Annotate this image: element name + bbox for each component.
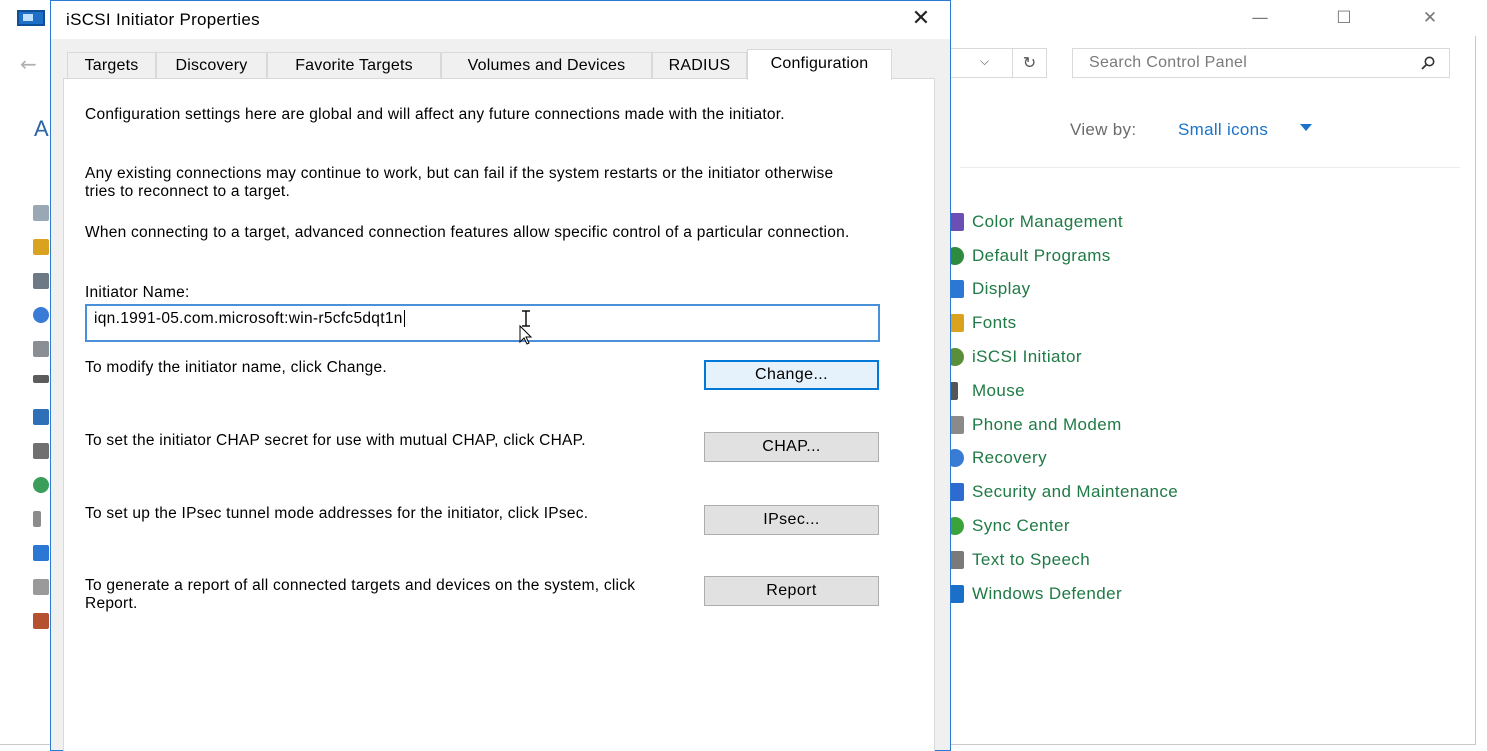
left-item-icon[interactable] [33, 239, 49, 255]
close-window-button[interactable]: ✕ [1400, 0, 1460, 36]
view-by-caret-icon[interactable] [1300, 124, 1312, 131]
minimize-button[interactable]: — [1230, 0, 1290, 36]
advanced-features-description: When connecting to a target, advanced co… [85, 224, 850, 241]
tab-volumes-and-devices[interactable]: Volumes and Devices [441, 52, 652, 79]
left-column-icons [33, 205, 49, 647]
left-item-icon[interactable] [33, 477, 49, 493]
tab-radius[interactable]: RADIUS [652, 52, 747, 79]
tab-favorite-targets[interactable]: Favorite Targets [267, 52, 441, 79]
chap-button[interactable]: CHAP... [704, 432, 879, 462]
initiator-name-label: Initiator Name: [85, 284, 190, 301]
cp-item-security-and-maintenance[interactable]: Security and Maintenance [946, 475, 1178, 509]
left-item-icon[interactable] [33, 307, 49, 323]
cp-item-label: Default Programs [972, 245, 1111, 265]
configuration-tab-panel: Configuration settings here are global a… [63, 78, 935, 751]
dialog-close-icon[interactable]: ✕ [899, 5, 943, 35]
initiator-name-value: iqn.1991-05.com.microsoft:win-r5cfc5dqt1… [94, 310, 403, 327]
cp-item-iscsi-initiator[interactable]: iSCSI Initiator [946, 340, 1178, 374]
left-item-icon[interactable] [33, 409, 49, 425]
dialog-title: iSCSI Initiator Properties [66, 10, 260, 29]
change-button[interactable]: Change... [704, 360, 879, 390]
cp-item-label: Color Management [972, 211, 1123, 231]
refresh-icon[interactable]: ↻ [1012, 48, 1046, 78]
view-by-label: View by: [1070, 120, 1137, 139]
address-dropdown-icon[interactable]: ⌵ [980, 54, 989, 69]
ibeam-cursor-icon [519, 310, 533, 345]
dialog-titlebar[interactable]: iSCSI Initiator Properties ✕ [51, 1, 950, 39]
initiator-name-field[interactable]: iqn.1991-05.com.microsoft:win-r5cfc5dqt1… [85, 304, 880, 342]
left-item-icon[interactable] [33, 545, 49, 561]
search-control-panel-input[interactable]: Search Control Panel [1072, 48, 1450, 78]
cp-item-color-management[interactable]: Color Management [946, 205, 1178, 239]
left-item-icon[interactable] [33, 443, 49, 459]
left-item-icon[interactable] [33, 375, 49, 383]
existing-connections-description: Any existing connections may continue to… [85, 165, 834, 200]
left-item-icon[interactable] [33, 273, 49, 289]
cp-item-label: Sync Center [972, 516, 1070, 536]
left-item-icon[interactable] [33, 579, 49, 595]
cp-item-label: Windows Defender [972, 583, 1123, 603]
change-description: To modify the initiator name, click Chan… [85, 359, 387, 376]
cp-item-display[interactable]: Display [946, 273, 1178, 307]
text-caret [403, 310, 405, 328]
cp-item-mouse[interactable]: Mouse [946, 374, 1178, 408]
page-heading-partial: A [34, 116, 49, 141]
ipsec-button[interactable]: IPsec... [704, 505, 879, 535]
maximize-button[interactable]: ☐ [1314, 0, 1374, 36]
cp-item-label: Display [972, 279, 1031, 299]
left-item-icon[interactable] [33, 511, 41, 527]
view-by-dropdown[interactable]: Small icons [1178, 120, 1268, 140]
cp-item-label: Text to Speech [972, 549, 1091, 569]
left-item-icon[interactable] [33, 205, 49, 221]
left-item-icon[interactable] [33, 341, 49, 357]
left-item-icon[interactable] [33, 613, 49, 629]
cp-item-windows-defender[interactable]: Windows Defender [946, 577, 1178, 611]
cp-item-label: Recovery [972, 448, 1048, 468]
control-panel-app-icon [17, 10, 45, 26]
cp-item-label: Security and Maintenance [972, 482, 1179, 502]
tab-targets[interactable]: Targets [67, 52, 156, 79]
chap-description: To set the initiator CHAP secret for use… [85, 432, 586, 449]
iscsi-properties-dialog: iSCSI Initiator Properties ✕ Targets Dis… [50, 0, 951, 751]
cp-item-text-to-speech[interactable]: Text to Speech [946, 543, 1178, 577]
report-button[interactable]: Report [704, 576, 879, 606]
cp-item-sync-center[interactable]: Sync Center [946, 509, 1178, 543]
report-description: To generate a report of all connected ta… [85, 577, 636, 612]
cp-item-label: Mouse [972, 380, 1026, 400]
tab-discovery[interactable]: Discovery [156, 52, 267, 79]
tab-configuration[interactable]: Configuration [747, 49, 892, 80]
cp-item-label: Phone and Modem [972, 414, 1122, 434]
ipsec-description: To set up the IPsec tunnel mode addresse… [85, 505, 589, 522]
header-divider [960, 167, 1460, 168]
cp-item-default-programs[interactable]: Default Programs [946, 239, 1178, 273]
control-panel-items-list: Color Management Default Programs Displa… [946, 205, 1178, 611]
cp-item-fonts[interactable]: Fonts [946, 306, 1178, 340]
cp-item-recovery[interactable]: Recovery [946, 442, 1178, 476]
cp-item-phone-and-modem[interactable]: Phone and Modem [946, 408, 1178, 442]
cp-item-label: Fonts [972, 313, 1017, 333]
back-arrow-icon[interactable]: ← [20, 52, 37, 76]
global-settings-description: Configuration settings here are global a… [85, 106, 785, 123]
search-icon[interactable] [1421, 56, 1435, 70]
cp-item-label: iSCSI Initiator [972, 347, 1082, 367]
search-placeholder: Search Control Panel [1089, 54, 1248, 71]
